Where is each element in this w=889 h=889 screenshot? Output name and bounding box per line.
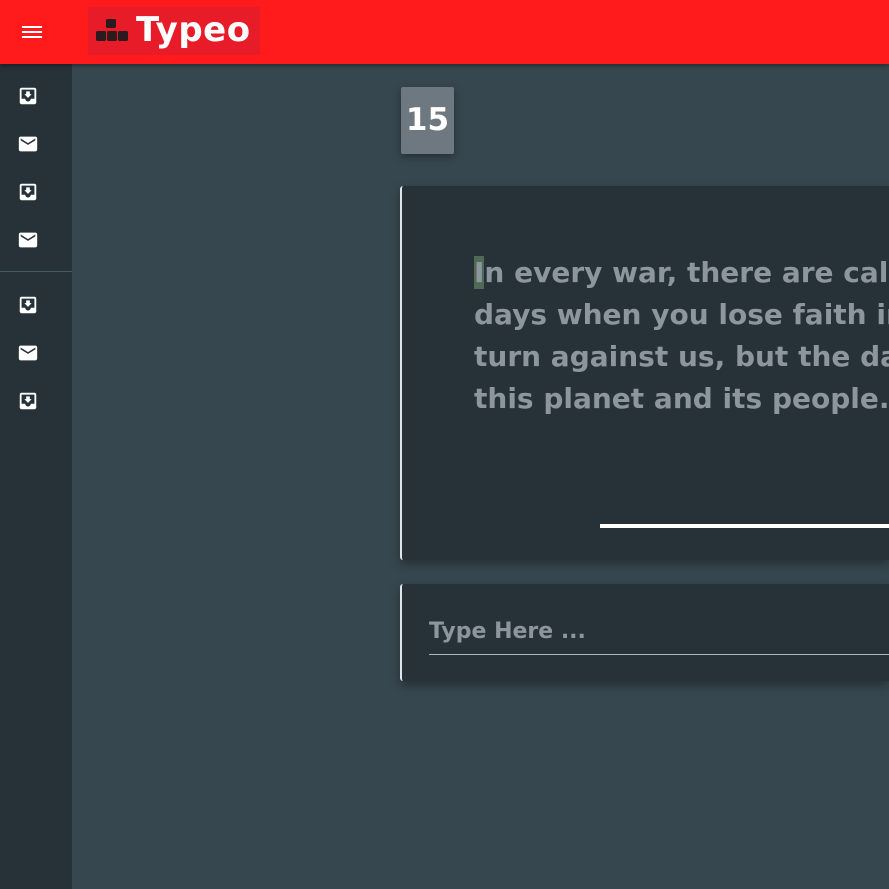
sidebar-item-2[interactable] xyxy=(10,126,46,162)
passage-line-4: this planet and its people. xyxy=(474,382,889,415)
app-title: Typeo xyxy=(136,10,251,50)
sidebar-item-7[interactable] xyxy=(10,383,46,419)
passage-card: In every war, there are calm days when y… xyxy=(400,186,889,560)
sidebar-divider xyxy=(0,271,72,272)
passage-text: In every war, there are calm days when y… xyxy=(474,252,889,420)
inbox-download-icon xyxy=(19,296,37,314)
progress-indicator xyxy=(600,524,889,528)
current-char-highlight: I xyxy=(474,256,485,289)
inbox-download-icon xyxy=(19,392,37,410)
passage-line-1: n every war, there are calm xyxy=(484,256,889,289)
sidebar-item-4[interactable] xyxy=(10,222,46,258)
menu-button[interactable] xyxy=(10,10,54,54)
passage-line-3: turn against us, but the day xyxy=(474,340,889,373)
typing-input[interactable] xyxy=(429,608,889,655)
bricks-logo-icon xyxy=(96,19,128,41)
menu-icon xyxy=(22,26,42,38)
mail-icon xyxy=(18,345,38,361)
sidebar-item-3[interactable] xyxy=(10,174,46,210)
sidebar-item-5[interactable] xyxy=(10,287,46,323)
sidebar xyxy=(0,64,72,889)
sidebar-item-6[interactable] xyxy=(10,335,46,371)
inbox-download-icon xyxy=(19,183,37,201)
app-logo[interactable]: Typeo xyxy=(88,7,260,55)
passage-line-2: days when you lose faith in xyxy=(474,298,889,331)
top-app-bar: Typeo xyxy=(0,0,889,64)
word-counter: 15 xyxy=(401,87,454,154)
mail-icon xyxy=(18,232,38,248)
mail-icon xyxy=(18,136,38,152)
input-card xyxy=(400,584,889,681)
inbox-download-icon xyxy=(19,87,37,105)
sidebar-item-1[interactable] xyxy=(10,78,46,114)
